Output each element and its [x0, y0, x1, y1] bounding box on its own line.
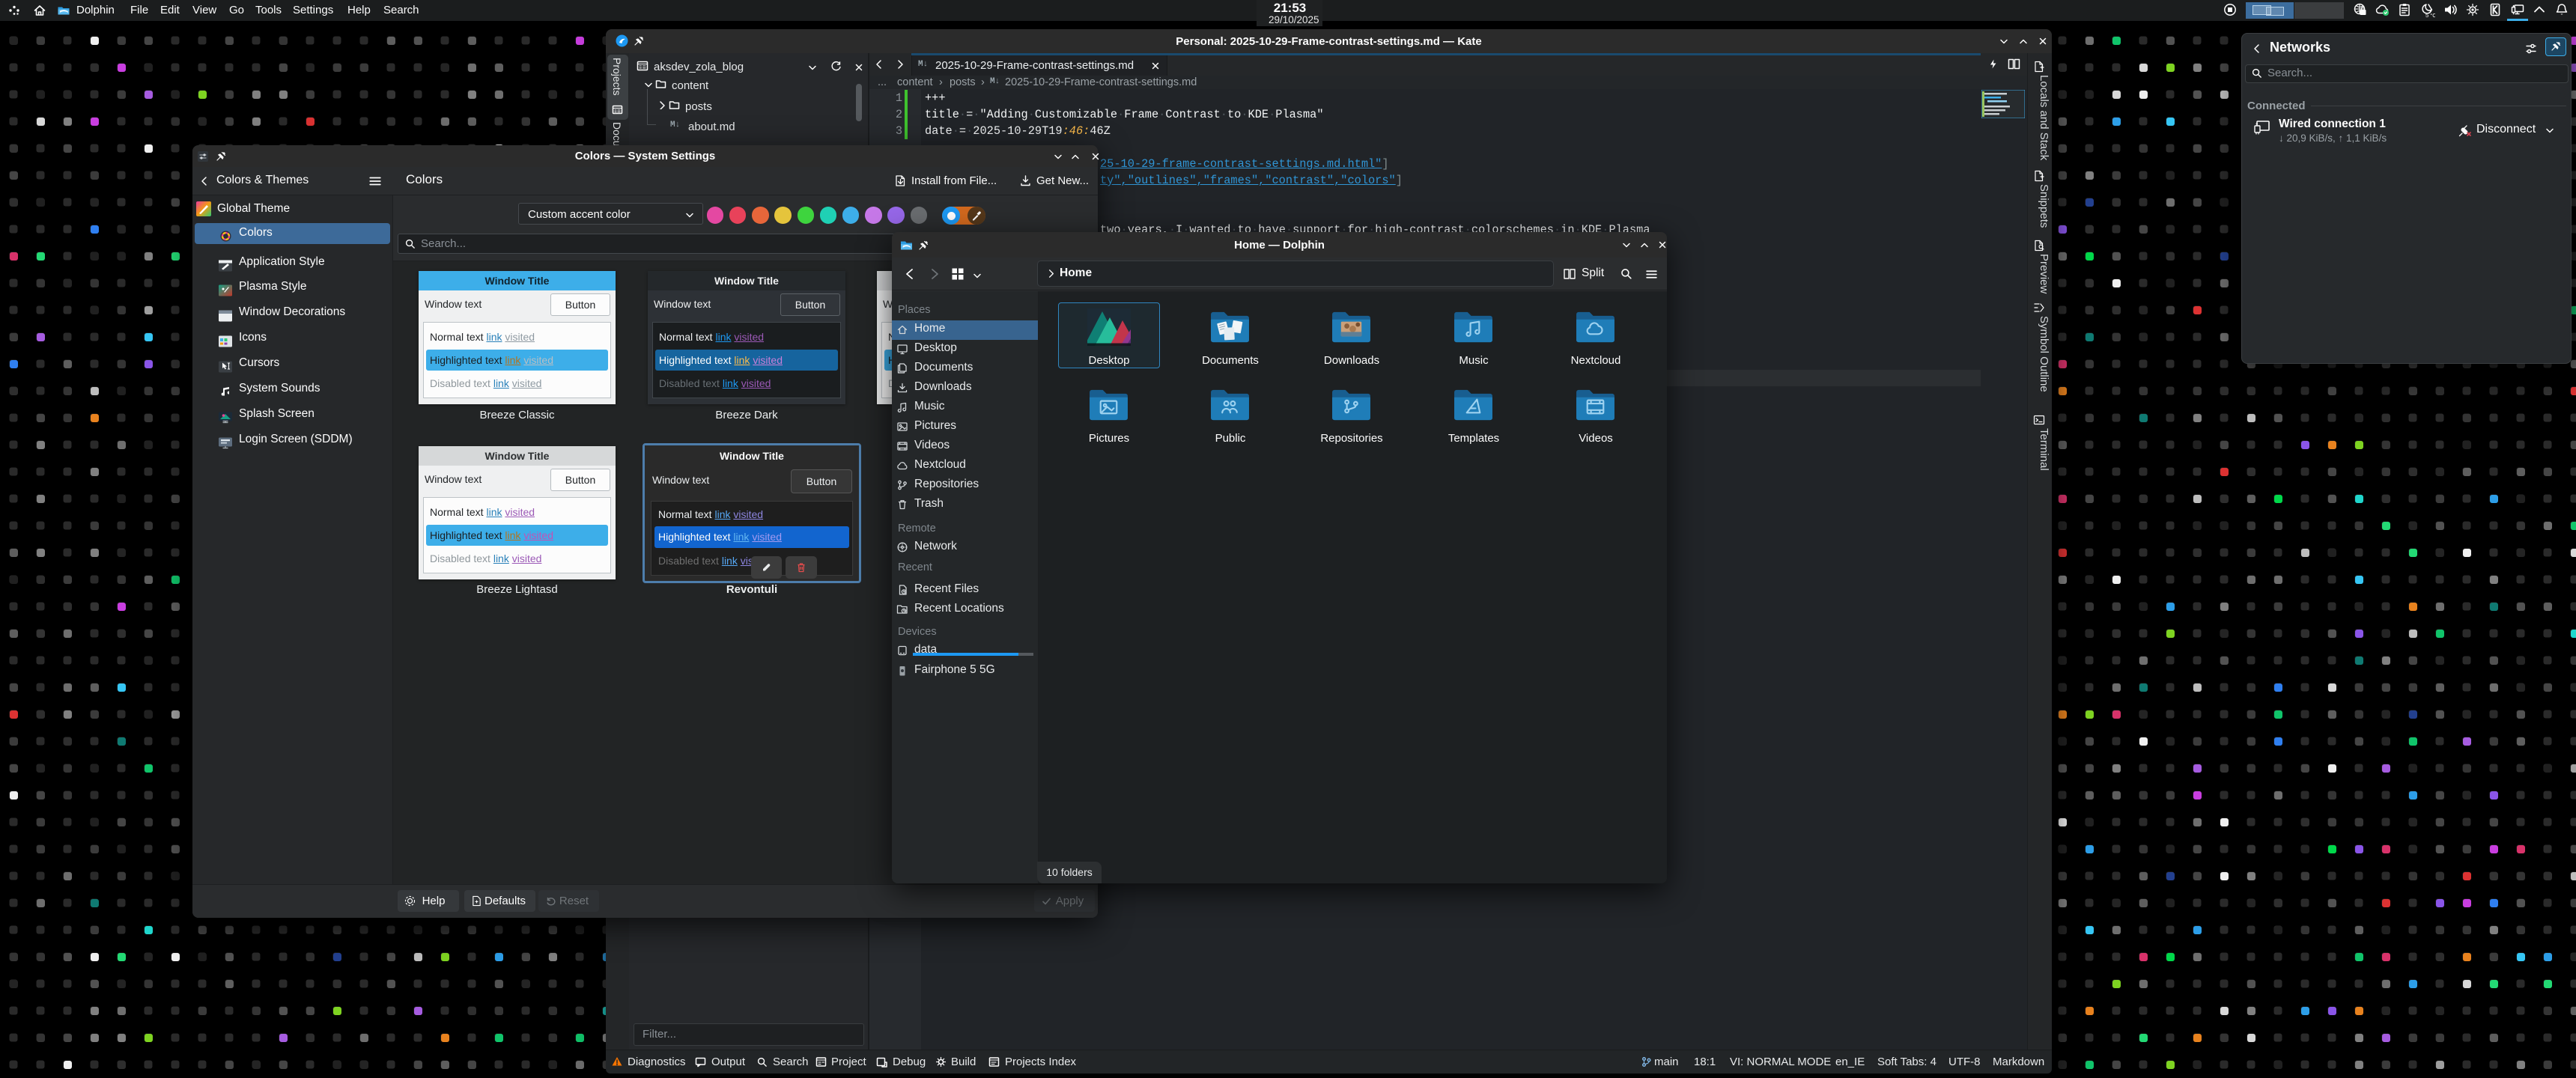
svg-text:5 °C: 5 °C: [2425, 12, 2435, 19]
